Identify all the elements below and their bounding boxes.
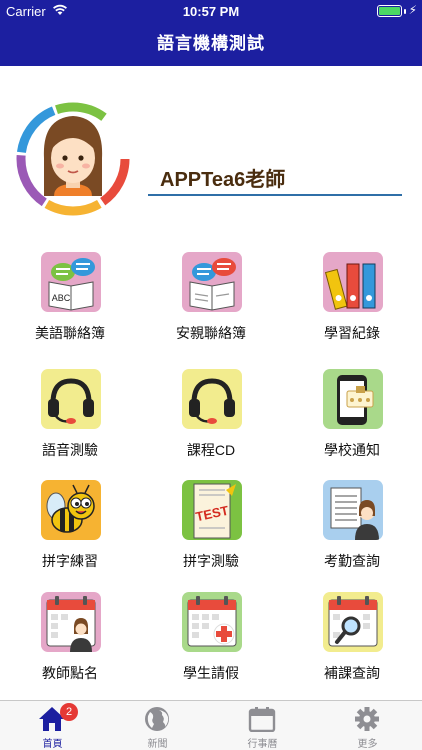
- menu-label: 拼字練習: [42, 553, 98, 569]
- makeup-search-calendar-icon: [323, 592, 383, 652]
- menu-voice-test[interactable]: 語音測驗: [0, 369, 140, 469]
- tab-label: 首頁: [42, 739, 63, 750]
- menu-teacher-roll-call[interactable]: 教師點名: [0, 592, 140, 692]
- battery-level: [379, 7, 400, 15]
- menu-course-cd[interactable]: 課程CD: [141, 369, 281, 469]
- binders-icon: [323, 252, 383, 312]
- battery-cap: [404, 9, 406, 14]
- menu-student-leave[interactable]: 學生請假: [141, 592, 281, 692]
- phone-notice-icon: [323, 369, 383, 429]
- menu-attendance[interactable]: 考勤查詢: [282, 480, 422, 580]
- tab-label: 新聞: [147, 739, 168, 750]
- menu-label: 學習紀錄: [324, 325, 380, 341]
- menu-english-contact-book[interactable]: ABC 美語聯絡簿: [0, 252, 140, 352]
- leave-calendar-icon: [182, 592, 242, 652]
- menu-label: 語音測驗: [42, 442, 98, 458]
- menu-spelling-practice[interactable]: 拼字練習: [0, 480, 140, 580]
- tab-calendar[interactable]: 行事曆: [210, 701, 315, 750]
- menu-label: 學生請假: [183, 665, 239, 681]
- menu-label: 安親聯絡簿: [176, 325, 246, 341]
- menu-label: 課程CD: [186, 442, 236, 458]
- teacher-calendar-icon: [41, 592, 101, 652]
- english-contact-book-icon: ABC: [41, 252, 101, 312]
- globe-icon: [145, 707, 169, 731]
- cd-headset-icon: [182, 369, 242, 429]
- nav-bar: 語言機構測試: [0, 22, 422, 66]
- clock: 10:57 PM: [182, 4, 240, 19]
- avatar[interactable]: [14, 100, 132, 218]
- menu-learning-record[interactable]: 學習紀錄: [282, 252, 422, 352]
- menu-afterschool-contact-book[interactable]: 安親聯絡簿: [141, 252, 281, 352]
- battery-icon: [377, 5, 402, 17]
- status-bar: Carrier 10:57 PM ⚡: [0, 0, 422, 22]
- menu-label: 教師點名: [42, 665, 98, 681]
- test-paper-icon: TEST: [182, 480, 242, 540]
- profile-header: APPTea6老師: [0, 100, 422, 230]
- menu-label: 考勤查詢: [324, 553, 380, 569]
- menu-spelling-test[interactable]: TEST 拼字測驗: [141, 480, 281, 580]
- user-name: APPTea6老師: [160, 169, 286, 191]
- bee-icon: [41, 480, 101, 540]
- menu-label: 補課查詢: [324, 665, 380, 681]
- charging-icon: ⚡: [408, 3, 417, 17]
- menu-label: 學校通知: [324, 442, 380, 458]
- tab-bar: 2 首頁 新聞 行事曆 更多: [0, 700, 422, 750]
- menu-school-notice[interactable]: 學校通知: [282, 369, 422, 469]
- afterschool-contact-book-icon: [182, 252, 242, 312]
- gear-icon: [355, 707, 379, 731]
- page-title: 語言機構測試: [157, 34, 265, 53]
- menu-label: 拼字測驗: [183, 553, 239, 569]
- svg-text:ABC: ABC: [52, 293, 71, 303]
- menu-label: 美語聯絡簿: [35, 325, 105, 341]
- tab-news[interactable]: 新聞: [105, 701, 210, 750]
- tab-home[interactable]: 2 首頁: [0, 701, 105, 750]
- headset-icon: [41, 369, 101, 429]
- menu-makeup-search[interactable]: 補課查詢: [282, 592, 422, 692]
- tab-label: 更多: [357, 739, 378, 750]
- notification-badge: 2: [60, 703, 78, 721]
- name-underline: [148, 194, 402, 196]
- tab-more[interactable]: 更多: [315, 701, 420, 750]
- attendance-icon: [323, 480, 383, 540]
- calendar-icon: [248, 707, 276, 732]
- tab-label: 行事曆: [247, 739, 278, 750]
